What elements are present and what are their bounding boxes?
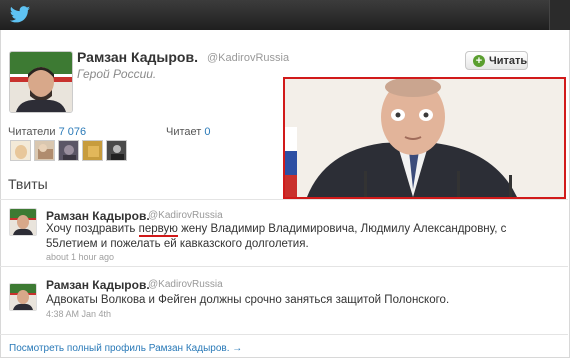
full-profile-link[interactable]: Посмотреть полный профиль Рамзан Кадыров… <box>9 343 242 354</box>
profile-bio: Герой России. <box>77 67 157 81</box>
following-stat[interactable]: Читает 0 <box>166 126 211 138</box>
divider <box>0 266 568 267</box>
tweet-text: Хочу поздравить первую жену Владимир Вла… <box>46 222 551 252</box>
profile-avatar[interactable] <box>9 51 73 113</box>
following-label: Читает <box>166 126 202 138</box>
follow-button-label: Читать <box>489 55 528 67</box>
divider <box>0 334 568 335</box>
highlighted-word: первую <box>138 223 178 237</box>
tweet-timestamp[interactable]: about 1 hour ago <box>46 252 114 262</box>
tweet-timestamp[interactable]: 4:38 AM Jan 4th <box>46 309 111 319</box>
followers-count[interactable]: 7 076 <box>59 126 87 138</box>
follower-avatar[interactable] <box>34 140 55 161</box>
profile-name[interactable]: Рамзан Кадыров. <box>77 49 198 65</box>
tweet-author-handle[interactable]: @KadirovRussia <box>148 210 223 221</box>
tweet-avatar[interactable] <box>9 208 37 236</box>
tweet-author-handle[interactable]: @KadirovRussia <box>148 279 223 290</box>
twitter-bird-icon[interactable] <box>9 5 31 25</box>
top-bar <box>0 0 570 30</box>
tweet-author-name[interactable]: Рамзан Кадыров. <box>46 278 150 292</box>
follower-avatar[interactable] <box>58 140 79 161</box>
plus-icon: + <box>473 55 485 67</box>
followers-stat[interactable]: Читатели 7 076 <box>8 126 86 138</box>
tweet-text: Адвокаты Волкова и Фейген должны срочно … <box>46 294 450 306</box>
follow-button[interactable]: + Читать <box>465 51 528 70</box>
profile-handle[interactable]: @KadirovRussia <box>207 52 289 64</box>
divider <box>0 199 568 200</box>
tweets-section-title: Твиты <box>8 176 48 192</box>
tweet-text-part: Хочу поздравить <box>46 223 139 235</box>
follower-avatar[interactable] <box>10 140 31 161</box>
tweet-avatar[interactable] <box>9 283 37 311</box>
follower-avatar[interactable] <box>82 140 103 161</box>
followers-label: Читатели <box>8 126 56 138</box>
tweet-author-name[interactable]: Рамзан Кадыров. <box>46 209 150 223</box>
follower-avatar[interactable] <box>106 140 127 161</box>
top-bar-edge <box>549 0 570 30</box>
highlighted-photo <box>283 77 566 199</box>
following-count[interactable]: 0 <box>204 126 210 138</box>
